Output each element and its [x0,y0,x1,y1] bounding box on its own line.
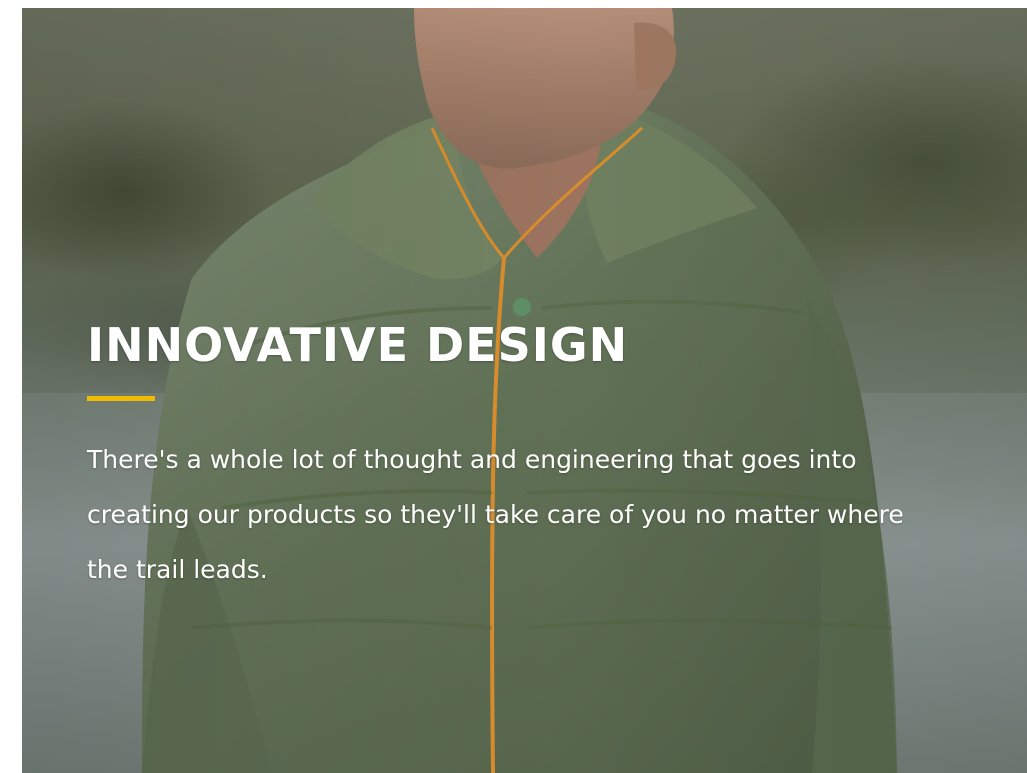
hero-image [22,8,1027,773]
page: INNOVATIVE DESIGN There's a whole lot of… [0,0,1027,773]
image-shade [22,8,1027,773]
title-accent-bar [87,396,155,401]
section-body: There's a whole lot of thought and engin… [87,445,904,584]
section-title: INNOVATIVE DESIGN [87,318,629,372]
